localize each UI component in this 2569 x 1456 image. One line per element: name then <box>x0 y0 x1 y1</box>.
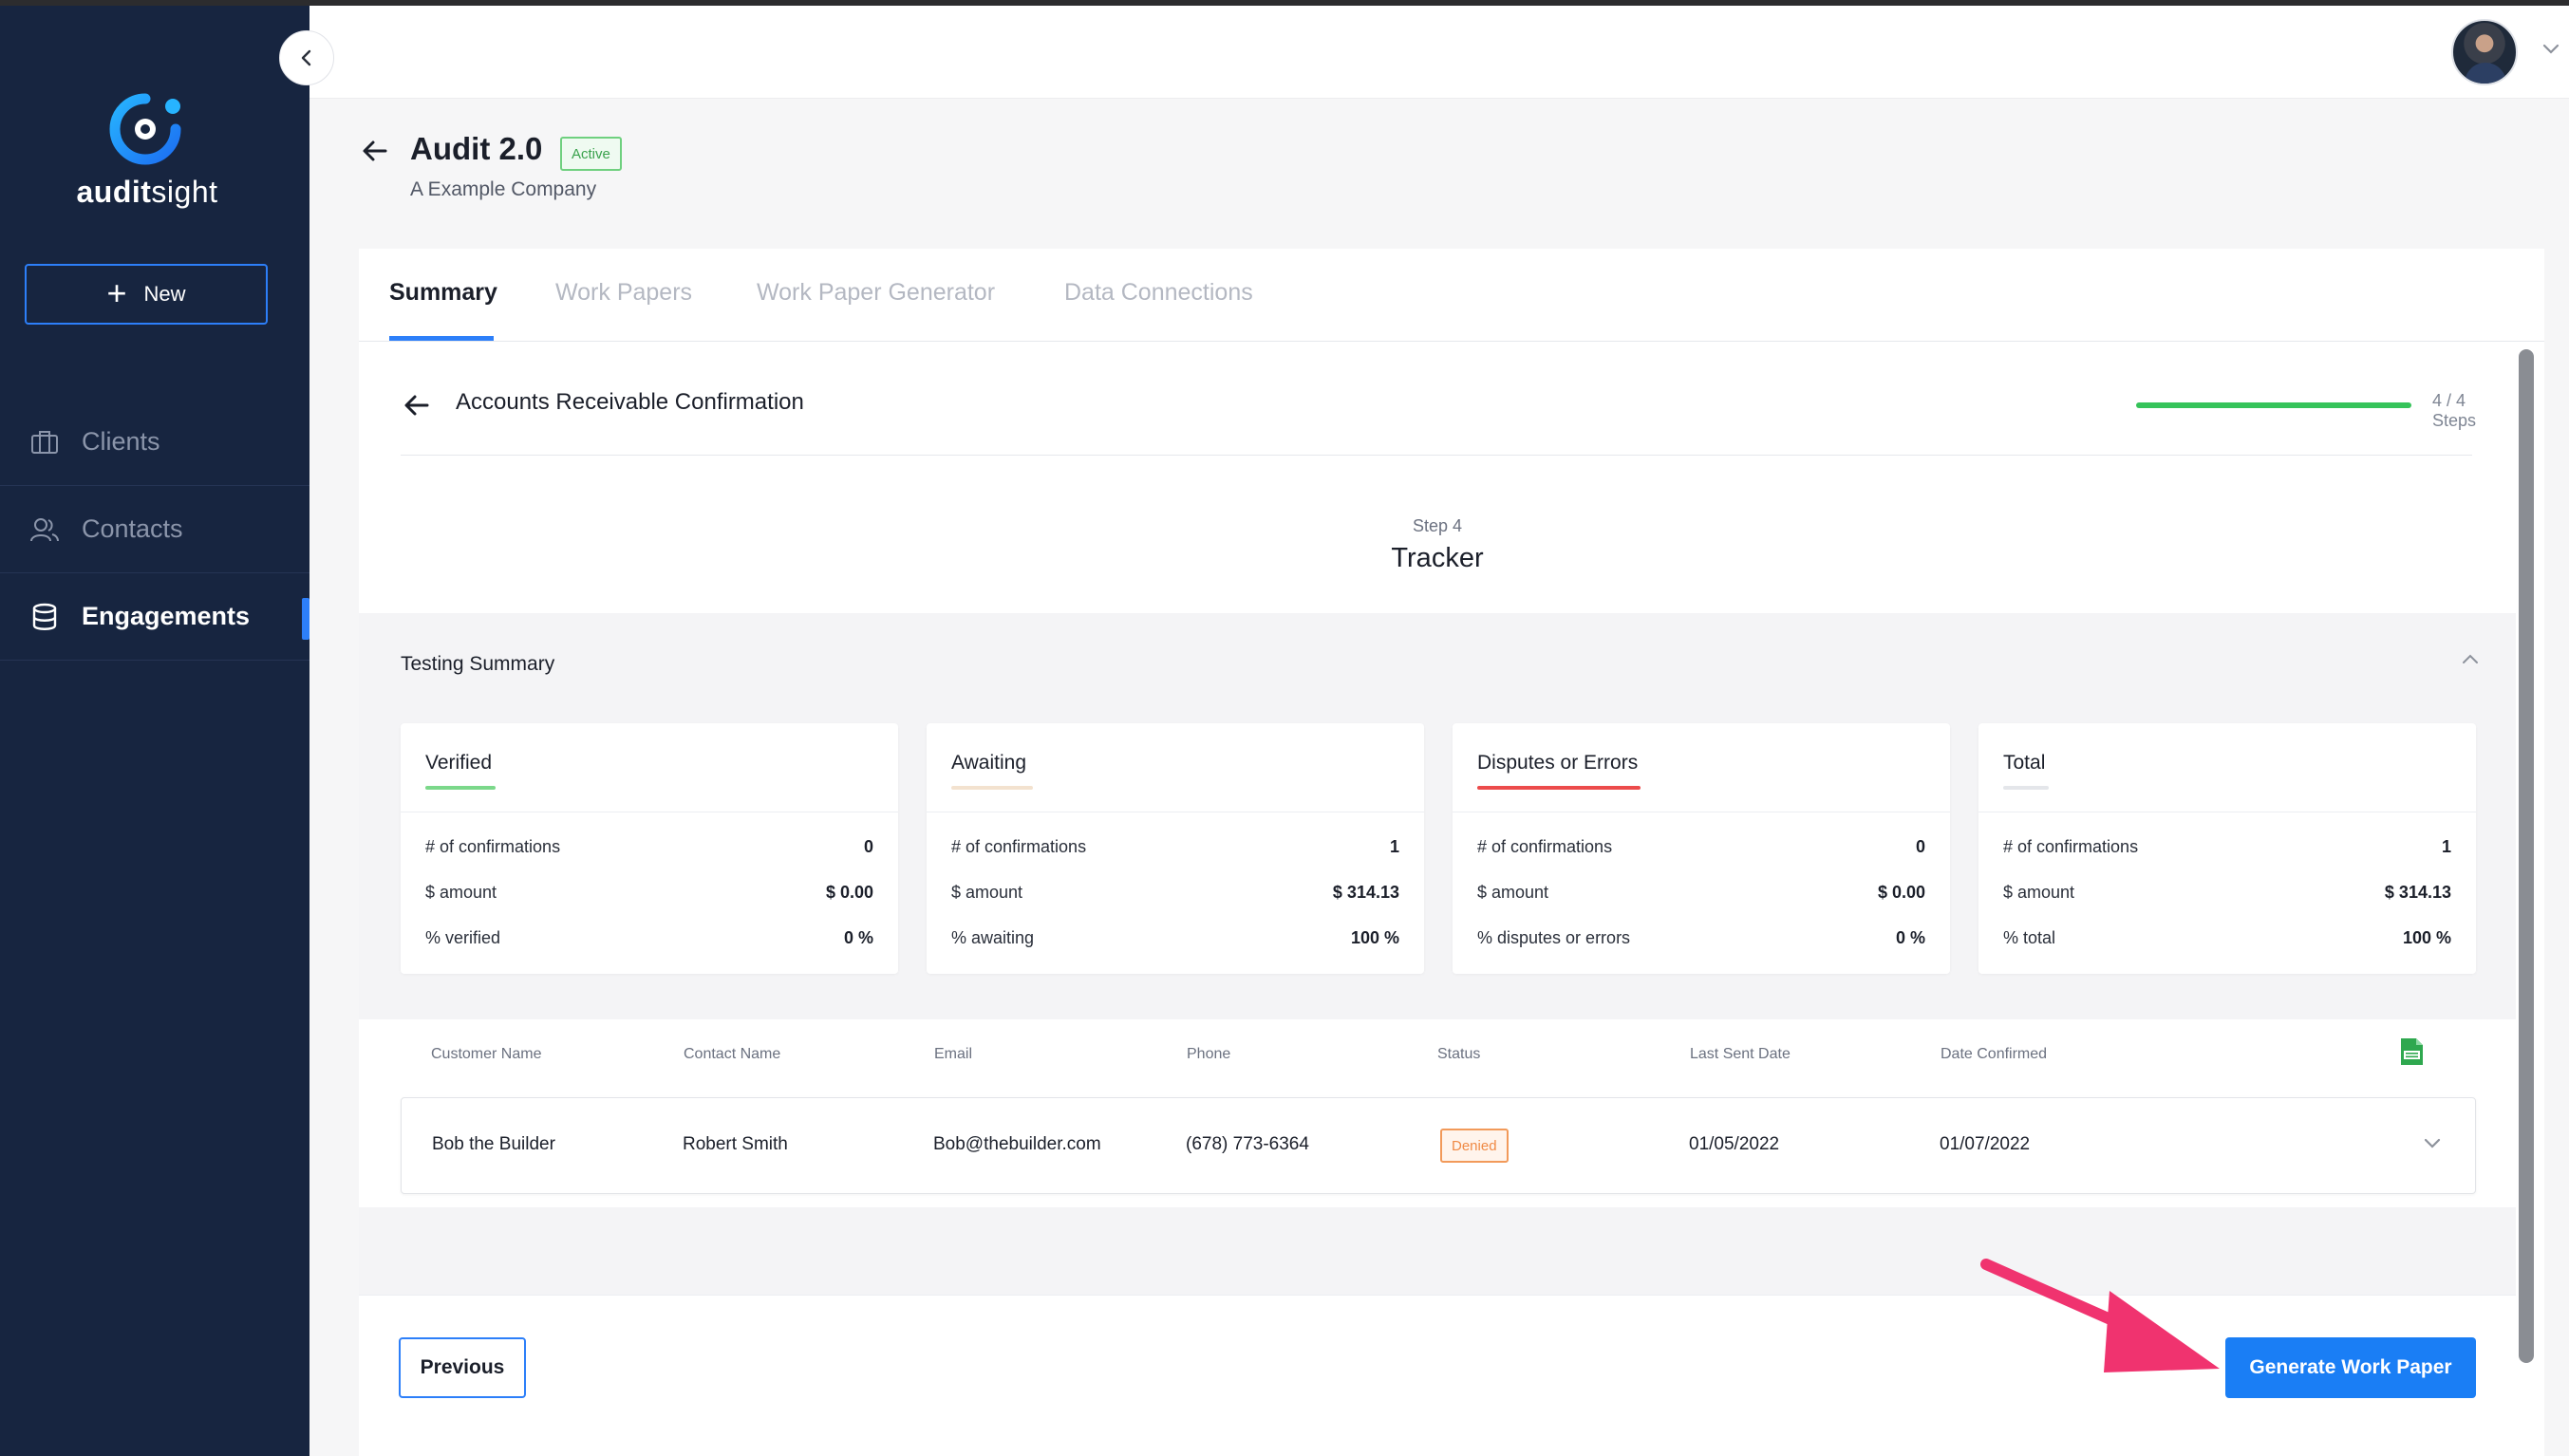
summary-card-header: Disputes or Errors <box>1453 723 1950 812</box>
auditsight-logo-icon <box>109 93 181 165</box>
testing-summary: Testing Summary Verified # of confirmati… <box>359 613 2516 1019</box>
chevron-left-icon <box>301 49 311 66</box>
database-icon <box>28 601 61 633</box>
summary-card-disputes: Disputes or Errors # of confirmations 0 $… <box>1453 723 1950 974</box>
table-header: Customer Name Contact Name Email Phone S… <box>401 1038 2476 1084</box>
sidebar-item-label: Engagements <box>82 602 251 630</box>
summary-row: # of confirmations 0 <box>1477 837 1925 856</box>
summary-row: % disputes or errors 0 % <box>1477 928 1925 947</box>
sidebar-item-label: Contacts <box>82 514 183 543</box>
summary-card-accent-line <box>1477 786 1641 790</box>
summary-card-title: Awaiting <box>951 752 1026 774</box>
page-subtitle: A Example Company <box>410 178 597 200</box>
summary-row: $ amount $ 0.00 <box>425 883 873 902</box>
user-avatar[interactable] <box>2451 19 2518 85</box>
annotation-arrow-icon <box>1980 1259 2220 1372</box>
step-number: Step 4 <box>1412 516 1463 535</box>
summary-row: $ amount $ 0.00 <box>1477 883 1925 902</box>
summary-row: $ amount $ 314.13 <box>2003 883 2451 902</box>
tab-work-paper-generator[interactable]: Work Paper Generator <box>757 279 995 307</box>
plus-icon: + <box>106 272 127 312</box>
sidebar-item-contacts[interactable]: Contacts <box>0 486 309 573</box>
column-header: Email <box>934 1046 973 1062</box>
sidebar-nav: Clients Contacts Engagements <box>0 399 309 661</box>
sidebar-item-label: Clients <box>82 427 160 456</box>
sidebar-item-clients[interactable]: Clients <box>0 399 309 486</box>
summary-row: % awaiting 100 % <box>951 928 1399 947</box>
step-name: Tracker <box>1391 543 1484 573</box>
cell-email[interactable]: Bob@thebuilder.com <box>933 1134 1101 1155</box>
summary-card-title: Total <box>2003 752 2046 774</box>
column-header: Phone <box>1187 1046 1231 1062</box>
briefcase-icon <box>28 426 61 458</box>
step-count: 4 / 4 Steps <box>2432 391 2477 430</box>
chevron-up-icon[interactable] <box>2459 651 2482 666</box>
tab-summary[interactable]: Summary <box>389 279 497 307</box>
step-progress-bar <box>2136 402 2411 408</box>
summary-card-awaiting: Awaiting # of confirmations 1 $ amount $ 3… <box>927 723 1424 974</box>
tab-work-papers[interactable]: Work Papers <box>555 279 692 307</box>
column-header: Status <box>1437 1046 1481 1062</box>
step-header: Accounts Receivable Confirmation 4 / 4 S… <box>401 355 2476 456</box>
users-icon <box>28 513 61 546</box>
summary-card-title: Disputes or Errors <box>1477 752 1639 774</box>
column-header: Date Confirmed <box>1941 1046 2048 1062</box>
summary-card-accent-line <box>425 786 496 790</box>
column-header: Last Sent Date <box>1690 1046 1791 1062</box>
table-row[interactable]: Bob the Builder Robert Smith Bob@thebuil… <box>401 1097 2476 1194</box>
summary-row: % total 100 % <box>2003 928 2451 947</box>
back-arrow-icon[interactable] <box>359 135 391 167</box>
column-header: Contact Name <box>684 1046 781 1062</box>
summary-row: # of confirmations 1 <box>951 837 1399 856</box>
summary-row: # of confirmations 0 <box>425 837 873 856</box>
summary-card-header: Awaiting <box>927 723 1424 812</box>
generate-work-paper-button[interactable]: Generate Work Paper <box>2225 1337 2476 1398</box>
cell-phone: (678) 773-6364 <box>1186 1134 1309 1154</box>
chevron-down-icon[interactable] <box>2422 1136 2443 1151</box>
top-header <box>309 6 2569 99</box>
step-title: Accounts Receivable Confirmation <box>456 389 804 415</box>
summary-card-total: Total # of confirmations 1 $ amount $ 314.… <box>1978 723 2476 974</box>
summary-row: $ amount $ 314.13 <box>951 883 1399 902</box>
excel-export-icon[interactable] <box>2398 1036 2425 1067</box>
sidebar: auditsight + New Clients Contacts Engage… <box>0 6 309 1456</box>
active-tab-indicator <box>389 336 494 341</box>
new-button-label: New <box>143 282 186 306</box>
chevron-down-icon[interactable] <box>2541 42 2561 57</box>
auditsight-logo[interactable]: auditsight <box>76 91 247 215</box>
summary-card-header: Total <box>1978 723 2476 812</box>
testing-summary-title: Testing Summary <box>401 653 555 675</box>
page-title: Audit 2.0 <box>410 131 543 166</box>
tab-bar: Summary Work Papers Work Paper Generator… <box>359 249 2544 342</box>
summary-card-accent-line <box>2003 786 2049 790</box>
cell-last-sent-date: 01/05/2022 <box>1689 1134 1780 1154</box>
summary-card-verified: Verified # of confirmations 0 $ amount $ 0… <box>401 723 898 974</box>
previous-button[interactable]: Previous <box>399 1337 526 1398</box>
cell-contact-name: Robert Smith <box>683 1134 788 1154</box>
status-badge: Active <box>560 137 622 171</box>
summary-row: # of confirmations 1 <box>2003 837 2451 856</box>
scrollbar[interactable] <box>2519 349 2534 1363</box>
cell-customer-name: Bob the Builder <box>432 1134 555 1154</box>
summary-card-title: Verified <box>425 752 493 774</box>
cell-date-confirmed: 01/07/2022 <box>1940 1134 2031 1154</box>
summary-card-accent-line <box>951 786 1033 790</box>
auditsight-logo-text: auditsight <box>76 175 218 209</box>
avatar-shoulders <box>2465 63 2506 84</box>
sidebar-item-engagements[interactable]: Engagements <box>0 573 309 661</box>
window-top-border <box>0 0 2569 6</box>
summary-row: % verified 0 % <box>425 928 873 947</box>
collapse-sidebar-button[interactable] <box>279 30 334 85</box>
new-button[interactable]: + New <box>25 264 268 325</box>
tab-data-connections[interactable]: Data Connections <box>1064 279 1253 307</box>
summary-card-header: Verified <box>401 723 898 812</box>
back-arrow-icon[interactable] <box>401 389 433 421</box>
column-header: Customer Name <box>431 1046 542 1062</box>
status-badge: Denied <box>1440 1129 1509 1163</box>
